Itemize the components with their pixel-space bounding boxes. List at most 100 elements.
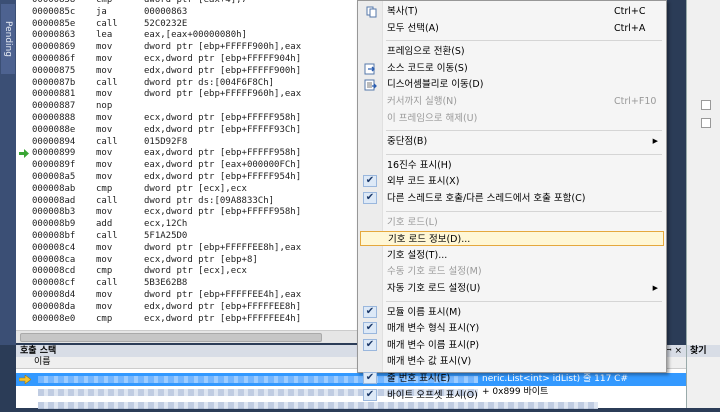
menu-item[interactable]: 프레임으로 전환(S) xyxy=(360,44,664,59)
instruction-operands: dword ptr [ebp+FFFFF900h],eax xyxy=(144,42,302,53)
instruction-address: 0000086f xyxy=(32,54,76,64)
instruction-mnemonic: cmp xyxy=(96,183,113,194)
instruction-mnemonic: mov xyxy=(96,148,113,159)
instruction-mnemonic: mov xyxy=(96,113,113,123)
context-menu: 복사(T) Ctrl+C 모두 선택(A) Ctrl+A 프레임으로 전환(S) 소스 코… xyxy=(357,0,667,401)
instruction-address: 00000899 xyxy=(32,148,76,159)
menu-item-shortcut: Ctrl+F10 xyxy=(614,96,657,107)
menu-item-label: 16진수 표시(H) xyxy=(387,159,452,171)
next-statement-arrow-icon xyxy=(19,149,29,159)
right-side-panel xyxy=(686,0,720,345)
menu-item-label: 수동 기호 로드 설정(M) xyxy=(387,266,482,278)
checkmark-icon: ✔ xyxy=(363,372,377,384)
instruction-address: 0000087b xyxy=(32,77,76,88)
instruction-address: 00000858 xyxy=(32,0,76,5)
menu-item[interactable]: 자동 기호 로드 설정(U) ▶ xyxy=(360,281,664,296)
instruction-operands: dword ptr [ebp+FFFFFEE4h],eax xyxy=(144,290,302,300)
menu-separator xyxy=(386,40,662,42)
instruction-operands: dword ptr ds:[004F6F8Ch] xyxy=(144,77,275,88)
instruction-mnemonic: call xyxy=(96,195,118,206)
instruction-address: 00000887 xyxy=(32,101,76,112)
menu-item-label: 소스 코드로 이동(S) xyxy=(387,62,468,74)
menu-item-shortcut: Ctrl+C xyxy=(614,6,646,17)
instruction-address: 00000894 xyxy=(32,136,76,147)
instruction-mnemonic: mov xyxy=(96,89,113,100)
instruction-mnemonic: add xyxy=(96,219,113,230)
instruction-mnemonic: nop xyxy=(96,101,113,112)
instruction-operands: dword ptr [eax+4],7 xyxy=(144,0,247,5)
menu-item[interactable]: 모두 선택(A) Ctrl+A xyxy=(360,21,664,36)
menu-item[interactable]: 소스 코드로 이동(S) xyxy=(360,61,664,76)
instruction-operands: 015D92F8 xyxy=(144,136,188,147)
menu-item[interactable]: ✔ 매개 변수 이름 표시(P) xyxy=(360,338,664,353)
menu-item-label: 기호 로드 정보(D)... xyxy=(388,234,471,246)
instruction-operands: dword ptr [ebp+FFFFFEE8h],eax xyxy=(144,242,302,253)
checkmark-icon: ✔ xyxy=(363,192,377,204)
submenu-arrow-icon: ▶ xyxy=(652,137,658,146)
instruction-address: 000008a5 xyxy=(32,172,76,182)
menu-item-label: 줄 번호 표시(E) xyxy=(387,373,451,384)
instruction-mnemonic: mov xyxy=(96,172,113,182)
panel-square-icon[interactable] xyxy=(701,118,711,128)
menu-item[interactable]: 기호 로드 정보(D)... xyxy=(360,231,664,247)
instruction-address: 000008e0 xyxy=(32,313,76,324)
menu-item-label: 이 프레임으로 해제(U) xyxy=(387,112,478,124)
instruction-operands: edx,dword ptr [ebp+FFFFFEE8h] xyxy=(144,301,302,312)
menu-separator xyxy=(386,210,662,212)
menu-item[interactable]: 복사(T) Ctrl+C xyxy=(360,4,664,19)
instruction-mnemonic: mov xyxy=(96,254,113,265)
instruction-operands: dword ptr [ecx],ecx xyxy=(144,266,247,277)
menu-item-label: 다른 스레드로 호출/다른 스레드에서 호출 포함(C) xyxy=(387,193,586,204)
menu-item[interactable]: ✔ 매개 변수 형식 표시(Y) xyxy=(360,321,664,336)
menu-item[interactable]: ✔ 모듈 이름 표시(M) xyxy=(360,305,664,320)
instruction-operands: 5F1A25D0 xyxy=(144,231,188,241)
menu-separator xyxy=(386,300,662,302)
instruction-address: 000008bf xyxy=(32,231,76,241)
instruction-address: 000008cf xyxy=(32,278,76,289)
menu-item[interactable]: 매개 변수 값 표시(V) xyxy=(360,354,664,369)
menu-item[interactable]: 중단점(B) ▶ xyxy=(360,134,664,149)
menu-item[interactable]: ✔ 줄 번호 표시(E) xyxy=(360,371,664,386)
menu-item[interactable]: ✔ 외부 코드 표시(X) xyxy=(360,174,664,189)
instruction-operands: ecx,dword ptr [ebp+FFFFF958h] xyxy=(144,113,302,123)
instruction-address: 000008ad xyxy=(32,195,76,206)
instruction-operands: 00000863 xyxy=(144,6,188,17)
instruction-mnemonic: mov xyxy=(96,290,113,300)
menu-item-label: 디스어셈블리로 이동(D) xyxy=(387,79,484,91)
menu-item[interactable]: 디스어셈블리로 이동(D) xyxy=(360,77,664,92)
instruction-address: 0000085e xyxy=(32,18,76,29)
instruction-mnemonic: mov xyxy=(96,54,113,64)
menu-item-label: 자동 기호 로드 설정(U) xyxy=(387,283,481,294)
menu-item-label: 중단점(B) xyxy=(387,136,428,148)
left-tool-strip: Pending Changes xyxy=(0,0,16,345)
instruction-mnemonic: call xyxy=(96,278,118,289)
instruction-mnemonic: call xyxy=(96,18,118,29)
panel-square-icon[interactable] xyxy=(701,100,711,110)
instruction-mnemonic: mov xyxy=(96,42,113,53)
instruction-mnemonic: call xyxy=(96,77,118,88)
instruction-operands: dword ptr [ecx],ecx xyxy=(144,183,247,194)
menu-item[interactable]: 이 프레임으로 해제(U) xyxy=(360,111,664,126)
submenu-arrow-icon: ▶ xyxy=(652,284,658,292)
menu-item[interactable]: 16진수 표시(H) xyxy=(360,158,664,173)
instruction-operands: eax,[eax+00000080h] xyxy=(144,30,247,41)
scrollbar-thumb[interactable] xyxy=(20,333,322,342)
instruction-address: 000008b3 xyxy=(32,207,76,218)
menu-item[interactable]: 기호 로드(L) xyxy=(360,215,664,230)
menu-item[interactable]: 기호 설정(T)... xyxy=(360,248,664,263)
instruction-mnemonic: cmp xyxy=(96,266,113,277)
menu-item-label: 기호 설정(T)... xyxy=(387,249,448,261)
column-label: 이름 xyxy=(34,357,51,367)
menu-item[interactable]: ✔ 바이트 오프셋 표시(O) xyxy=(360,388,664,403)
instruction-address: 000008ca xyxy=(32,254,76,265)
pending-changes-tab[interactable]: Pending Changes xyxy=(1,4,15,74)
menu-item[interactable]: 커서까지 실행(N) Ctrl+F10 xyxy=(360,94,664,109)
instruction-mnemonic: mov xyxy=(96,301,113,312)
call-stack-title: 호출 스택 xyxy=(20,346,57,356)
menu-item-label: 프레임으로 전환(S) xyxy=(387,46,465,58)
copy-icon xyxy=(366,6,377,18)
menu-item-label: 매개 변수 형식 표시(Y) xyxy=(387,323,480,335)
menu-item[interactable]: 수동 기호 로드 설정(M) xyxy=(360,264,664,279)
instruction-mnemonic: cmp xyxy=(96,0,113,5)
menu-item[interactable]: ✔ 다른 스레드로 호출/다른 스레드에서 호출 포함(C) xyxy=(360,191,664,206)
